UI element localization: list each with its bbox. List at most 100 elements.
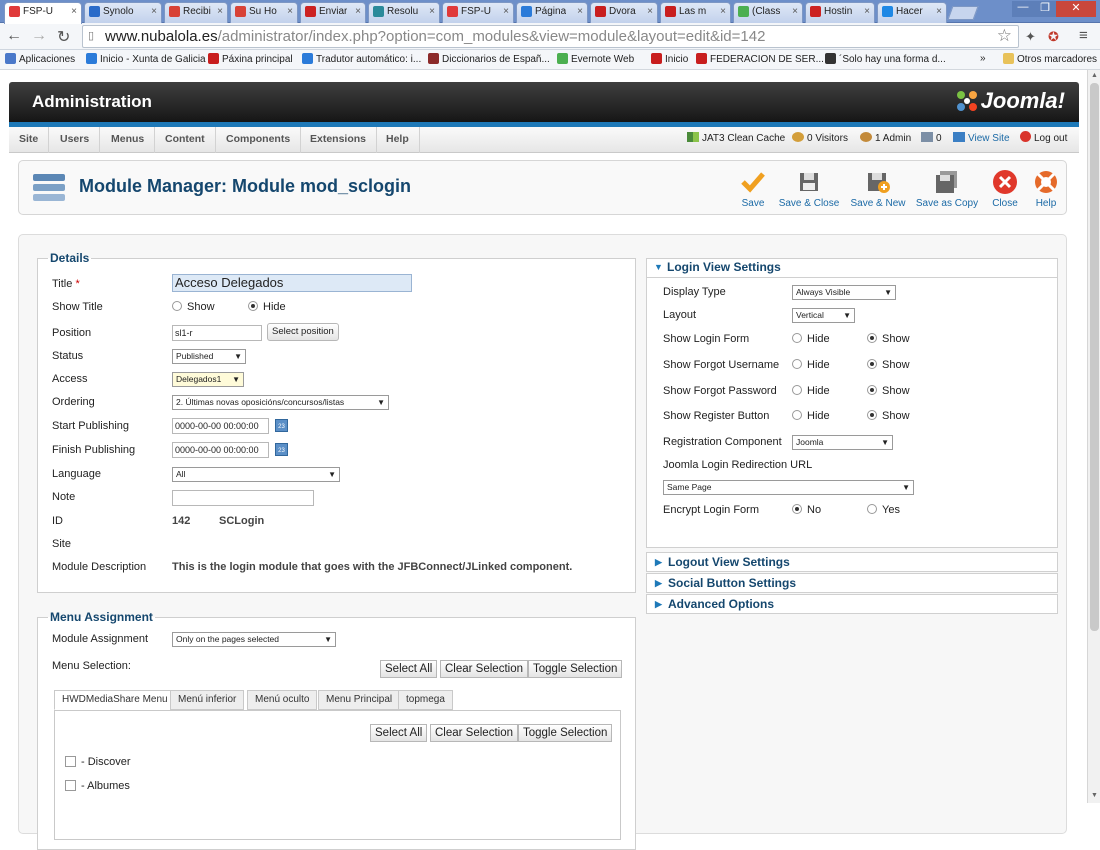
- url-bar[interactable]: ▯ www.nubalola.es/administrator/index.ph…: [82, 25, 1019, 48]
- tab-close-icon[interactable]: ×: [355, 6, 361, 17]
- save-new-button[interactable]: Save & New: [847, 169, 909, 209]
- bookmark-item[interactable]: Tradutor automático: i...: [302, 53, 421, 65]
- bookmark-item[interactable]: Evernote Web: [557, 53, 634, 65]
- scroll-down-icon[interactable]: ▼: [1091, 792, 1098, 799]
- select-position-button[interactable]: Select position: [267, 323, 339, 341]
- browser-tab[interactable]: Recibi ×: [164, 2, 228, 23]
- browser-tab[interactable]: Su Ho ×: [230, 2, 298, 23]
- layout-select[interactable]: Vertical ▼: [792, 308, 855, 323]
- browser-tab[interactable]: (Class ×: [733, 2, 803, 23]
- help-button[interactable]: Help: [1029, 169, 1063, 209]
- menu-item-checkbox[interactable]: [65, 780, 76, 791]
- encrypt-yes-radio[interactable]: [867, 504, 877, 514]
- browser-tab[interactable]: Synolo ×: [84, 2, 162, 23]
- module-assignment-select[interactable]: Only on the pages selected ▼: [172, 632, 336, 647]
- messages-count[interactable]: 0: [921, 127, 942, 153]
- show-register-button-show-radio[interactable]: [867, 410, 877, 420]
- tab-close-icon[interactable]: ×: [720, 6, 726, 17]
- tab-close-icon[interactable]: ×: [647, 6, 653, 17]
- menu-users[interactable]: Users: [50, 127, 101, 153]
- access-select[interactable]: Delegados1 ▼: [172, 372, 244, 387]
- menu-content[interactable]: Content: [155, 127, 216, 153]
- show-title-hide-radio[interactable]: [248, 301, 258, 311]
- bookmark-star-icon[interactable]: ☆: [997, 26, 1012, 46]
- tab-close-icon[interactable]: ×: [217, 6, 223, 17]
- tab-close-icon[interactable]: ×: [429, 6, 435, 17]
- tab-menu-principal[interactable]: Menu Principal: [318, 690, 401, 710]
- logout-link[interactable]: Log out: [1020, 127, 1067, 153]
- show-forgot-username-hide-radio[interactable]: [792, 359, 802, 369]
- position-input[interactable]: sl1-r: [172, 325, 262, 341]
- bookmark-item[interactable]: Otros marcadores: [1003, 53, 1097, 65]
- title-input[interactable]: Acceso Delegados: [172, 274, 412, 292]
- calendar-icon[interactable]: 23: [275, 419, 288, 432]
- clear-selection-button[interactable]: Clear Selection: [440, 660, 528, 678]
- tab-close-icon[interactable]: ×: [151, 6, 157, 17]
- browser-tab[interactable]: Las m ×: [660, 2, 731, 23]
- browser-tab[interactable]: Resolu ×: [368, 2, 440, 23]
- tab-close-icon[interactable]: ×: [864, 6, 870, 17]
- language-select[interactable]: All ▼: [172, 467, 340, 482]
- show-forgot-password-hide-radio[interactable]: [792, 385, 802, 395]
- menu-extensions[interactable]: Extensions: [300, 127, 378, 153]
- save-close-button[interactable]: Save & Close: [777, 169, 841, 209]
- bookmark-item[interactable]: Aplicaciones: [5, 53, 75, 65]
- note-input[interactable]: [172, 490, 314, 506]
- status-select[interactable]: Published ▼: [172, 349, 246, 364]
- browser-tab[interactable]: Hostin ×: [805, 2, 875, 23]
- show-forgot-password-show-radio[interactable]: [867, 385, 877, 395]
- show-forgot-username-show-radio[interactable]: [867, 359, 877, 369]
- tab-close-icon[interactable]: ×: [71, 6, 77, 17]
- panel-toggle-selection-button[interactable]: Toggle Selection: [518, 724, 613, 742]
- close-window-icon[interactable]: ✕: [1056, 1, 1096, 17]
- menu-components[interactable]: Components: [216, 127, 302, 153]
- tab-hwdmediashare-menu[interactable]: HWDMediaShare Menu: [54, 690, 176, 710]
- browser-tab[interactable]: Página ×: [516, 2, 588, 23]
- tab-close-icon[interactable]: ×: [503, 6, 509, 17]
- tab-close-icon[interactable]: ×: [792, 6, 798, 17]
- advanced-options-panel[interactable]: ▶ Advanced Options: [646, 594, 1058, 614]
- browser-tab[interactable]: Dvora ×: [590, 2, 658, 23]
- show-login-form-hide-radio[interactable]: [792, 333, 802, 343]
- maximize-icon[interactable]: ❐: [1034, 1, 1056, 17]
- new-tab-button[interactable]: [947, 6, 979, 20]
- bookmark-item[interactable]: Inicio - Xunta de Galicia: [86, 53, 206, 65]
- menu-item-checkbox[interactable]: [65, 756, 76, 767]
- bookmark-item[interactable]: ´Solo hay una forma d...: [825, 53, 946, 65]
- browser-tab[interactable]: Hacer ×: [877, 2, 947, 23]
- ordering-select[interactable]: 2. Últimas novas oposicións/concursos/li…: [172, 395, 389, 410]
- finish-publishing-input[interactable]: 0000-00-00 00:00:00: [172, 442, 269, 458]
- tab-topmega[interactable]: topmega: [398, 690, 453, 710]
- login-view-header[interactable]: ▼ Login View Settings: [646, 258, 1058, 278]
- view-site-link[interactable]: View Site: [953, 127, 1010, 153]
- redirect-url-select[interactable]: Same Page ▼: [663, 480, 914, 495]
- show-register-button-hide-radio[interactable]: [792, 410, 802, 420]
- menu-site[interactable]: Site: [9, 127, 50, 153]
- minimize-icon[interactable]: —: [1012, 1, 1034, 17]
- display-type-select[interactable]: Always Visible ▼: [792, 285, 896, 300]
- extension-icon-2[interactable]: ✪: [1048, 29, 1059, 45]
- page-scrollbar[interactable]: ▲ ▼: [1087, 70, 1100, 803]
- social-button-settings-panel[interactable]: ▶ Social Button Settings: [646, 573, 1058, 593]
- clean-cache-link[interactable]: JAT3 Clean Cache: [687, 127, 785, 153]
- logout-view-settings-panel[interactable]: ▶ Logout View Settings: [646, 552, 1058, 572]
- close-button[interactable]: Close: [985, 169, 1025, 209]
- extension-icon[interactable]: ✦: [1025, 29, 1036, 45]
- encrypt-no-radio[interactable]: [792, 504, 802, 514]
- bookmark-item[interactable]: Diccionarios de Españ...: [428, 53, 550, 65]
- show-title-show-radio[interactable]: [172, 301, 182, 311]
- bookmark-item[interactable]: »: [980, 53, 986, 64]
- select-all-button[interactable]: Select All: [380, 660, 438, 678]
- registration-component-select[interactable]: Joomla ▼: [792, 435, 893, 450]
- start-publishing-input[interactable]: 0000-00-00 00:00:00: [172, 418, 269, 434]
- tab-menu-oculto[interactable]: Menú oculto: [247, 690, 318, 710]
- bookmark-item[interactable]: FEDERACION DE SER...: [696, 53, 824, 65]
- tab-close-icon[interactable]: ×: [287, 6, 293, 17]
- reload-icon[interactable]: ↻: [57, 27, 70, 47]
- browser-tab[interactable]: FSP-U ×: [442, 2, 514, 23]
- save-copy-button[interactable]: Save as Copy: [915, 169, 979, 209]
- browser-tab[interactable]: Enviar ×: [300, 2, 366, 23]
- panel-clear-selection-button[interactable]: Clear Selection: [430, 724, 518, 742]
- bookmark-item[interactable]: Páxina principal: [208, 53, 293, 65]
- bookmark-item[interactable]: Inicio: [651, 53, 688, 65]
